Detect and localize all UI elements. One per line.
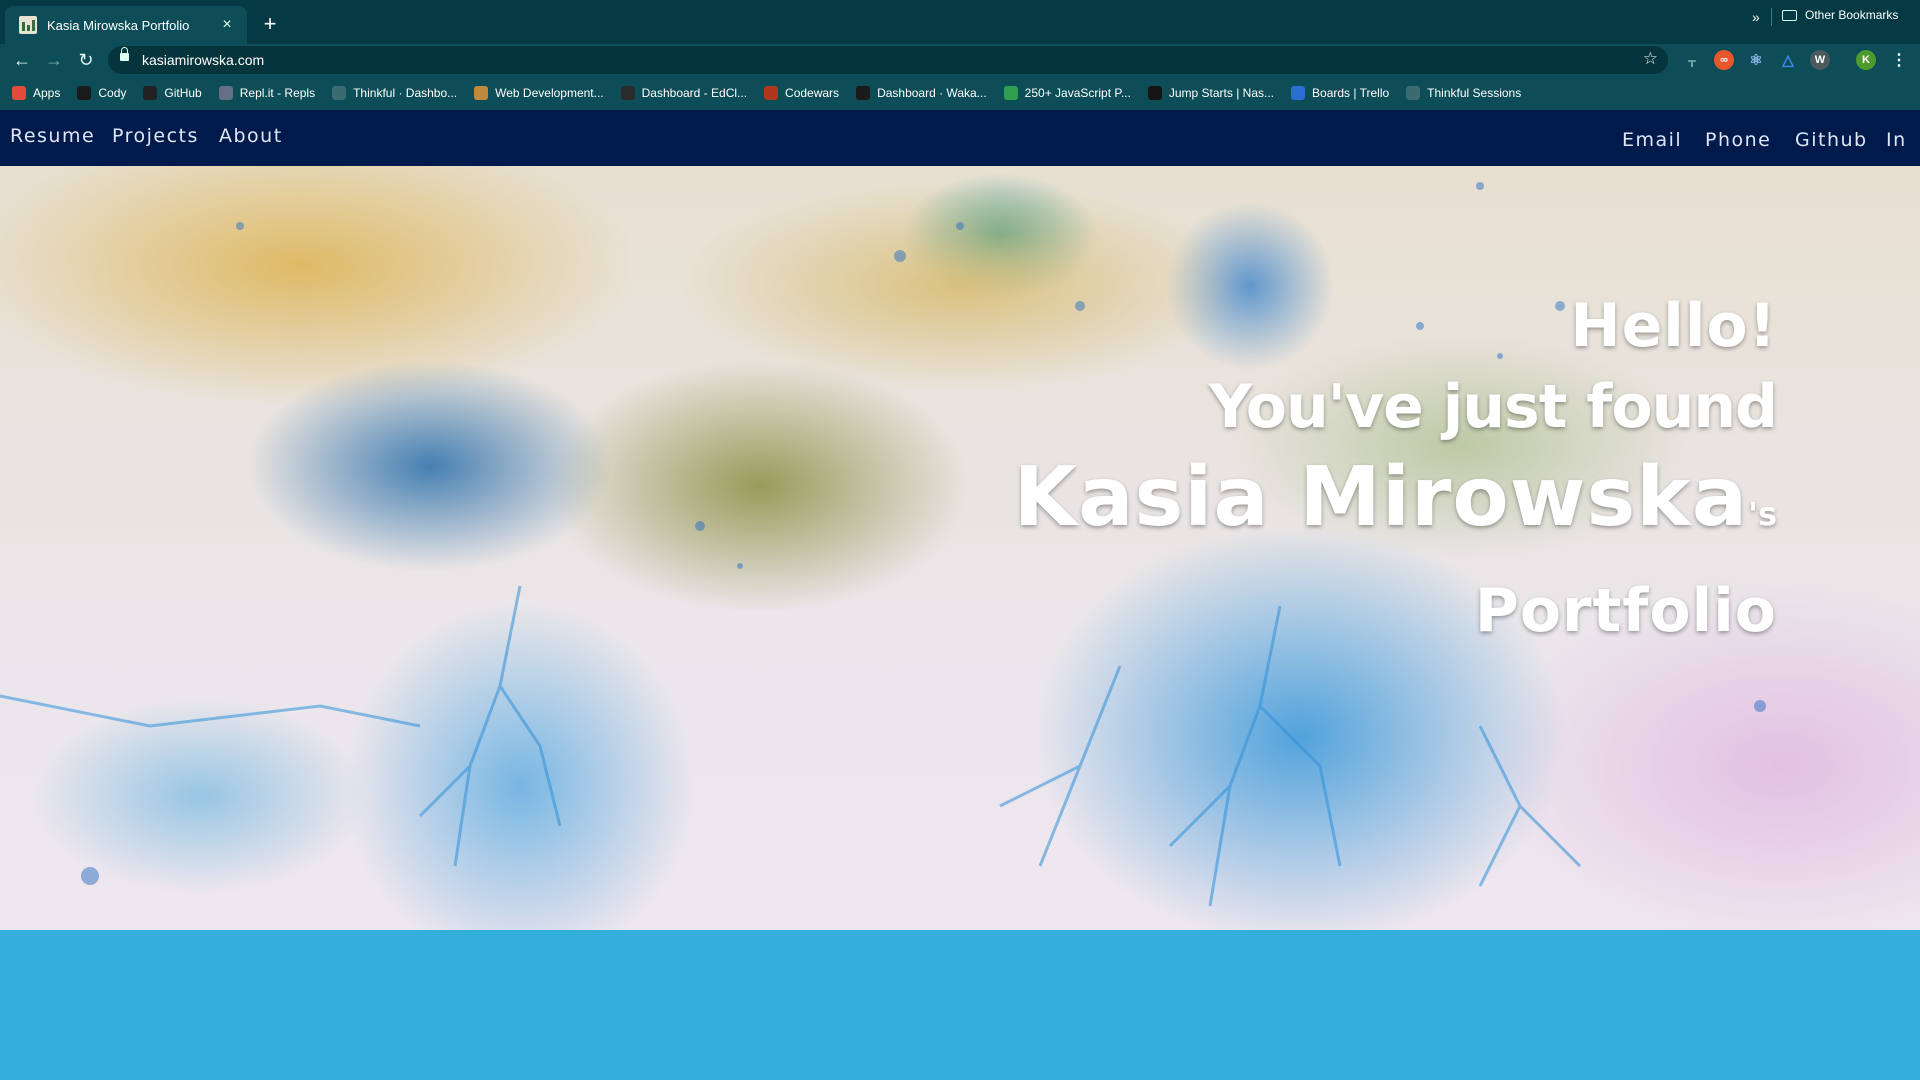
- react-devtools-icon[interactable]: ⚛: [1746, 50, 1766, 70]
- adblock-extension-icon[interactable]: ∞: [1714, 50, 1734, 70]
- apps-grid-icon: [12, 86, 26, 100]
- drive-extension-icon[interactable]: △: [1778, 50, 1798, 70]
- nav-projects-link[interactable]: Projects: [112, 125, 199, 147]
- bookmark-item[interactable]: GitHub: [143, 86, 202, 100]
- nav-email-link[interactable]: Email: [1622, 129, 1682, 151]
- bookmark-item[interactable]: Dashboard - EdCl...: [620, 86, 748, 100]
- bookmark-label: GitHub: [164, 86, 202, 100]
- nav-github-link[interactable]: Github: [1795, 129, 1868, 151]
- bookmark-item[interactable]: Jump Starts | Nas...: [1147, 86, 1275, 100]
- profile-avatar[interactable]: K: [1856, 50, 1876, 70]
- bookmark-item[interactable]: Thinkful · Dashbo...: [332, 86, 457, 100]
- cody-icon: [77, 86, 92, 100]
- browser-toolbar: ← → ↻ kasiamirowska.com ☆ ᚁ ∞ ⚛ △ W K ⋮: [0, 44, 1920, 76]
- folder-icon: [1782, 9, 1797, 21]
- address-bar[interactable]: kasiamirowska.com ☆: [108, 46, 1668, 74]
- edclub-icon: [620, 86, 635, 100]
- bookmarks-bar: Apps Cody GitHub Repl.it - Repls Thinkful · …: [0, 76, 1920, 110]
- bookmark-item[interactable]: Web Development...: [474, 86, 604, 100]
- bookmarks-divider: [1771, 8, 1772, 26]
- bookmark-item[interactable]: Thinkful Sessions: [1406, 86, 1521, 100]
- owl-icon: [474, 86, 489, 100]
- github-icon: [143, 86, 158, 100]
- hero-portfolio: Portfolio: [1474, 576, 1777, 646]
- bookmark-label: Dashboard - EdCl...: [641, 86, 748, 100]
- nav-resume-link[interactable]: Resume: [10, 125, 95, 147]
- trello-icon: [1291, 86, 1306, 100]
- bookmark-label: Web Development...: [495, 86, 604, 100]
- hero-name: Kasia Mirowska: [1013, 450, 1749, 545]
- bookmark-label: Codewars: [785, 86, 840, 100]
- reload-icon[interactable]: ↻: [74, 48, 98, 72]
- wakatime-icon: [856, 86, 871, 100]
- javascript-icon: [1003, 86, 1018, 100]
- address-url: kasiamirowska.com: [142, 52, 265, 68]
- tab-title: Kasia Mirowska Portfolio: [47, 17, 190, 33]
- bookmark-item[interactable]: Cody: [77, 86, 126, 100]
- bookmark-label: 250+ JavaScript P...: [1024, 86, 1131, 100]
- wakatime-extension-icon[interactable]: W: [1810, 50, 1830, 70]
- hero-intro: You've just found: [1208, 372, 1778, 442]
- thinkful-icon: [1406, 86, 1421, 100]
- bookmark-star-icon[interactable]: ☆: [1643, 49, 1658, 69]
- hero-greeting: Hello!: [1570, 291, 1777, 361]
- bookmark-item[interactable]: 250+ JavaScript P...: [1003, 86, 1131, 100]
- nav-linkedin-link[interactable]: In: [1886, 129, 1907, 151]
- bookmark-item[interactable]: Apps: [12, 86, 60, 100]
- bookmark-label: Cody: [98, 86, 127, 100]
- bookmark-label: Thinkful Sessions: [1427, 86, 1522, 100]
- bookmark-label: Dashboard · Waka...: [877, 86, 987, 100]
- hero-watercolor-background: Hello! You've just found Kasia Mirowska'…: [0, 166, 1920, 930]
- back-arrow-icon[interactable]: ←: [10, 48, 34, 72]
- bookmark-label: Thinkful · Dashbo...: [353, 86, 458, 100]
- forward-arrow-icon[interactable]: →: [42, 48, 66, 72]
- thinkful-icon: [332, 86, 347, 100]
- bookmark-item[interactable]: Boards | Trello: [1291, 86, 1389, 100]
- nav-phone-link[interactable]: Phone: [1705, 129, 1771, 151]
- section-band: [0, 930, 1920, 1080]
- hero-name-line: Kasia Mirowska's: [1014, 448, 1777, 570]
- bookmark-label: Repl.it - Repls: [239, 86, 316, 100]
- other-bookmarks-button[interactable]: Other Bookmarks: [1782, 8, 1898, 22]
- bookmark-label: Boards | Trello: [1312, 86, 1390, 100]
- portfolio-favicon-icon: [19, 16, 37, 34]
- other-bookmarks-label: Other Bookmarks: [1805, 8, 1899, 22]
- nashville-icon: [1147, 86, 1162, 100]
- new-tab-button[interactable]: +: [258, 12, 282, 36]
- replit-icon: [218, 86, 233, 100]
- browser-tab-strip: Kasia Mirowska Portfolio × +: [0, 0, 1920, 44]
- thinkful-extension-icon[interactable]: ᚁ: [1682, 50, 1702, 70]
- site-nav: Resume Projects About Email Phone Github…: [0, 110, 1920, 166]
- bookmark-item[interactable]: Codewars: [764, 86, 839, 100]
- hero-possessive: 's: [1748, 495, 1777, 533]
- bookmark-label: Apps: [33, 86, 61, 100]
- bookmark-item[interactable]: Repl.it - Repls: [218, 86, 316, 100]
- browser-menu-icon[interactable]: ⋮: [1889, 50, 1909, 70]
- tab-close-icon[interactable]: ×: [217, 16, 237, 34]
- browser-tab[interactable]: Kasia Mirowska Portfolio ×: [5, 6, 247, 44]
- bookmark-item[interactable]: Dashboard · Waka...: [856, 86, 987, 100]
- more-bookmarks-icon[interactable]: »: [1752, 9, 1760, 25]
- nav-about-link[interactable]: About: [219, 125, 283, 147]
- codewars-icon: [764, 86, 779, 100]
- lock-icon: [120, 47, 129, 61]
- bookmark-label: Jump Starts | Nas...: [1168, 86, 1275, 100]
- hero-headline: Hello! You've just found Kasia Mirowska'…: [1014, 286, 1778, 652]
